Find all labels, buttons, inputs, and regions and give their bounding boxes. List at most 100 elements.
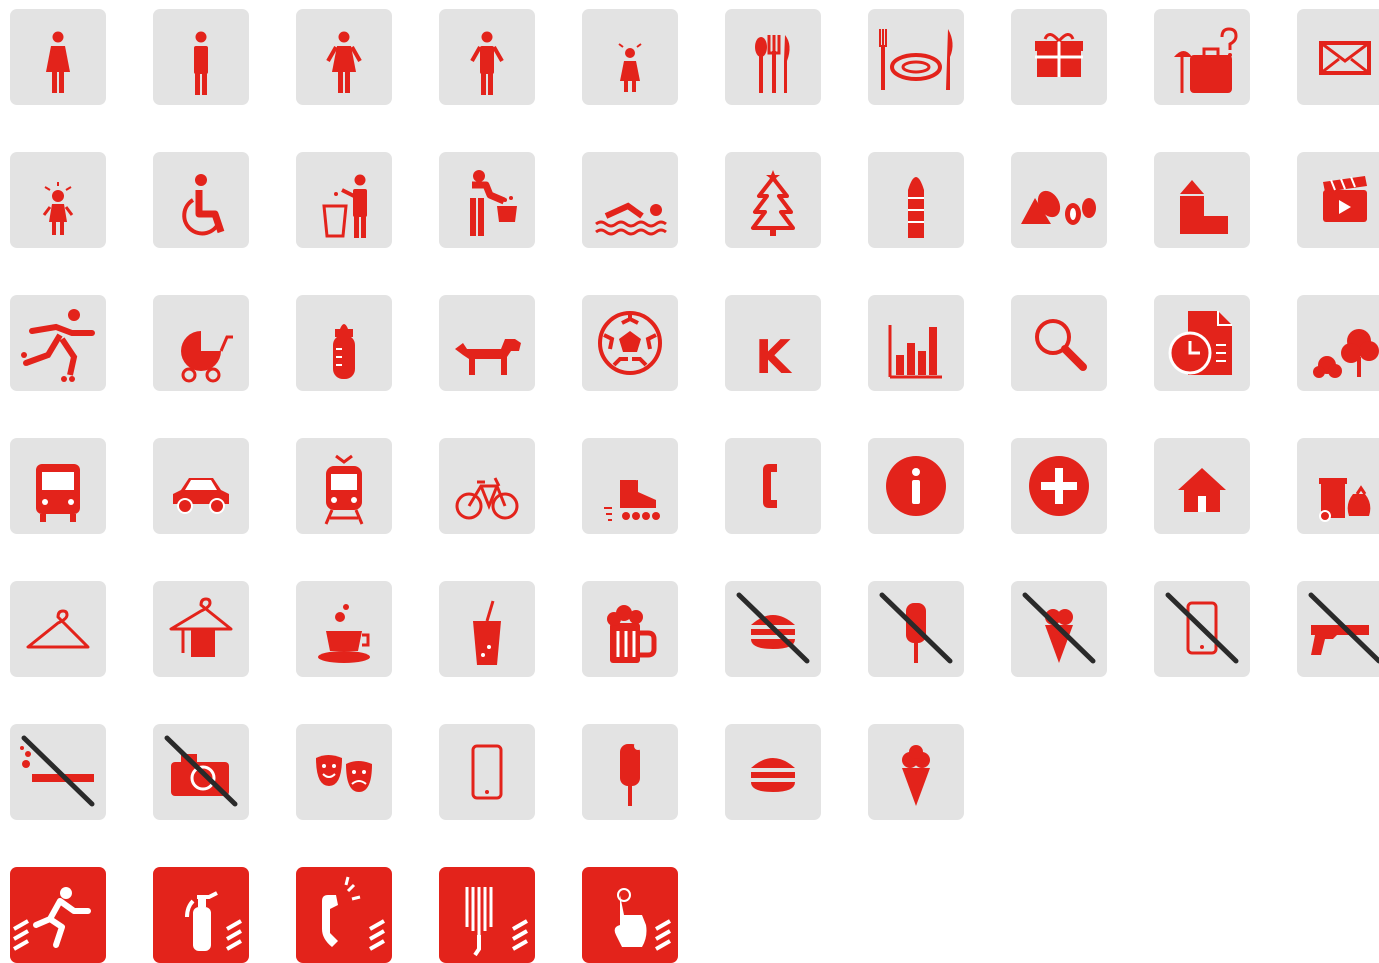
tower-icon: [908, 177, 924, 238]
child-icon: [42, 182, 74, 235]
info-icon: [886, 456, 946, 516]
wheelchair-tile: [153, 152, 249, 248]
bus-tile: [10, 438, 106, 534]
no-camera-tile: [153, 724, 249, 820]
cutlery-icon: [755, 35, 790, 93]
car-icon: [173, 478, 229, 514]
waste-bin-icon: [1319, 478, 1371, 522]
trash-disposal-tile: [296, 152, 392, 248]
no-gun-tile: [1297, 581, 1379, 677]
no-popsicle-icon: [879, 592, 953, 664]
woman-standing-tile: [296, 9, 392, 105]
trash-disposal-icon: [322, 174, 367, 238]
stroller-tile: [153, 295, 249, 391]
no-camera-icon: [164, 735, 238, 807]
fire-extinguisher-tile: [153, 867, 249, 963]
telephone-tile: [725, 438, 821, 534]
christmas-tree-tile: [725, 152, 821, 248]
schedule-icon: [1168, 311, 1232, 375]
trees-tile: [1297, 295, 1379, 391]
lost-and-found-tile: [1154, 9, 1250, 105]
trees-icon: [1313, 329, 1379, 378]
dog-icon: [455, 339, 521, 375]
shapes-icon: [1021, 190, 1096, 225]
coffee-cup-icon: [318, 604, 370, 663]
alarm-button-tile: [582, 867, 678, 963]
tower-tile: [868, 152, 964, 248]
lost-and-found-icon: [1174, 27, 1238, 93]
building-blocks-icon: [1180, 180, 1228, 234]
inline-skate-icon: [604, 480, 660, 521]
home-icon: [1178, 468, 1226, 512]
no-smoking-icon: [20, 735, 95, 807]
girl-tile: [582, 9, 678, 105]
woman-standing-icon: [326, 31, 362, 93]
soft-drink-tile: [439, 581, 535, 677]
bicycle-tile: [439, 438, 535, 534]
beer-mug-icon: [607, 605, 657, 663]
inline-skate-tile: [582, 438, 678, 534]
hanger-tile: [10, 581, 106, 677]
coffee-cup-tile: [296, 581, 392, 677]
emergency-phone-tile: [296, 867, 392, 963]
ice-cream-icon: [902, 745, 930, 806]
first-aid-tile: [1011, 438, 1107, 534]
baby-bottle-tile: [296, 295, 392, 391]
burger-tile: [725, 724, 821, 820]
emergency-exit-icon: [13, 887, 91, 951]
towel-hanger-tile: [153, 581, 249, 677]
tram-icon: [324, 454, 364, 525]
bus-icon: [36, 464, 80, 522]
svg-text:K: K: [755, 330, 793, 384]
popsicle-tile: [582, 724, 678, 820]
fire-hose-icon: [465, 887, 528, 957]
gift-tile: [1011, 9, 1107, 105]
emergency-exit-tile: [10, 867, 106, 963]
soccer-ball-icon: [598, 311, 662, 375]
man-standing-icon: [470, 31, 504, 95]
no-ice-cream-tile: [1011, 581, 1107, 677]
no-burger-tile: [725, 581, 821, 677]
christmas-tree-icon: [751, 170, 795, 236]
search-icon: [1035, 319, 1087, 371]
bar-chart-tile: [868, 295, 964, 391]
man-tile: [153, 9, 249, 105]
no-burger-icon: [736, 592, 810, 664]
k-logo-icon: K: [755, 330, 793, 384]
telephone-icon: [763, 464, 777, 508]
no-phone-tile: [1154, 581, 1250, 677]
soft-drink-icon: [473, 600, 501, 665]
roller-skater-icon: [21, 309, 95, 382]
dog-tile: [439, 295, 535, 391]
mail-tile: [1297, 9, 1379, 105]
k-logo-tile: K: [725, 295, 821, 391]
child-tile: [10, 152, 106, 248]
roller-skater-tile: [10, 295, 106, 391]
smartphone-tile: [439, 724, 535, 820]
first-aid-icon: [1029, 456, 1089, 516]
mail-icon: [1319, 41, 1371, 75]
tram-tile: [296, 438, 392, 534]
car-tile: [153, 438, 249, 534]
no-smoking-tile: [10, 724, 106, 820]
popsicle-icon: [620, 742, 642, 806]
baby-bottle-icon: [333, 324, 355, 379]
no-popsicle-tile: [868, 581, 964, 677]
bicycle-icon: [455, 477, 519, 520]
feed-animals-icon: [470, 170, 517, 236]
smartphone-icon: [471, 744, 503, 800]
home-tile: [1154, 438, 1250, 534]
man-icon: [194, 31, 208, 95]
no-phone-icon: [1165, 592, 1239, 664]
beer-mug-tile: [582, 581, 678, 677]
burger-icon: [751, 758, 795, 792]
no-gun-icon: [1308, 592, 1379, 664]
info-tile: [868, 438, 964, 534]
hanger-icon: [26, 609, 90, 649]
woman-tile: [10, 9, 106, 105]
ice-cream-tile: [868, 724, 964, 820]
bar-chart-icon: [888, 325, 942, 379]
theater-masks-tile: [296, 724, 392, 820]
soccer-ball-tile: [582, 295, 678, 391]
shapes-tile: [1011, 152, 1107, 248]
